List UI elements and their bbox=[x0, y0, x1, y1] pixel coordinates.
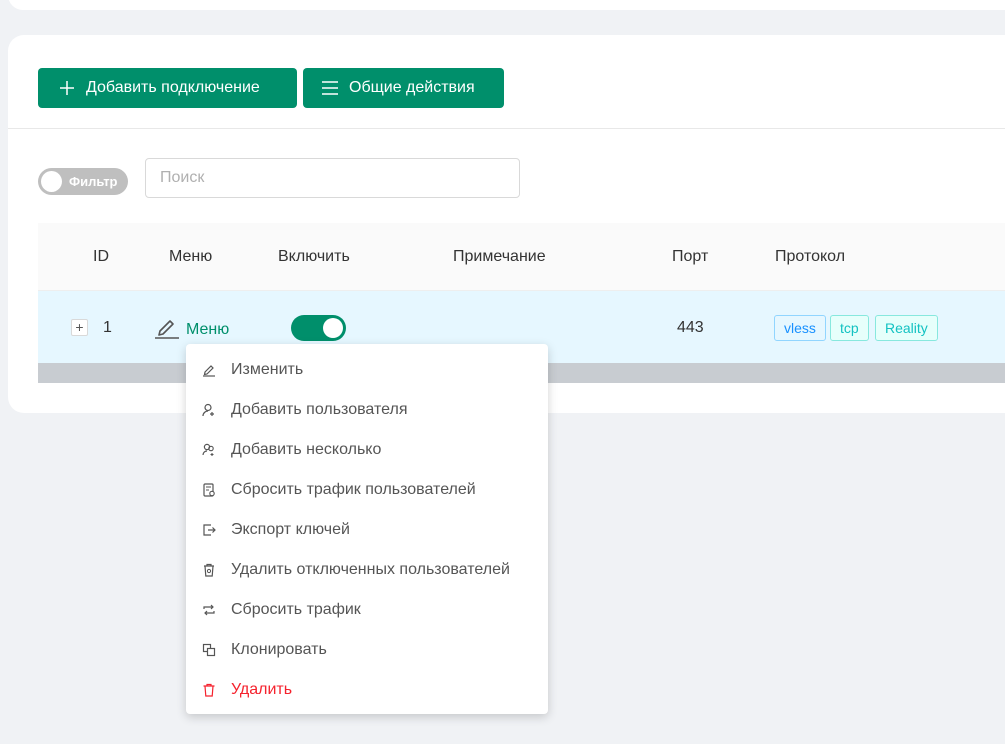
toolbar-divider bbox=[8, 128, 1005, 129]
user-add-icon bbox=[202, 403, 216, 417]
menu-item-delete-depleted-clients[interactable]: Удалить отключенных пользователей bbox=[186, 550, 548, 590]
menu-item-label: Добавить пользователя bbox=[231, 401, 408, 418]
column-header-port: Порт bbox=[672, 248, 709, 265]
menu-item-label: Клонировать bbox=[231, 641, 327, 658]
row-port: 443 bbox=[677, 319, 704, 336]
plus-icon bbox=[58, 79, 76, 97]
menu-item-label: Удалить отключенных пользователей bbox=[231, 561, 510, 578]
general-actions-button[interactable]: Общие действия bbox=[303, 68, 504, 108]
menu-item-reset-traffic[interactable]: Сбросить трафик bbox=[186, 590, 548, 630]
general-actions-label: Общие действия bbox=[349, 79, 475, 96]
menu-item-add-user[interactable]: Добавить пользователя bbox=[186, 390, 548, 430]
row-id: 1 bbox=[103, 319, 112, 336]
menu-item-edit[interactable]: Изменить bbox=[186, 350, 548, 390]
menu-item-label: Удалить bbox=[231, 681, 293, 698]
retweet-icon bbox=[202, 603, 216, 617]
filter-toggle-knob bbox=[41, 171, 62, 192]
filter-toggle[interactable]: Фильтр bbox=[38, 168, 128, 195]
menu-icon bbox=[321, 79, 339, 97]
menu-item-delete[interactable]: Удалить bbox=[186, 670, 548, 710]
column-header-id: ID bbox=[93, 248, 109, 265]
copy-icon bbox=[202, 643, 216, 657]
menu-item-add-bulk[interactable]: Добавить несколько bbox=[186, 430, 548, 470]
menu-item-label: Добавить несколько bbox=[231, 441, 382, 458]
add-inbound-label: Добавить подключение bbox=[86, 79, 260, 96]
file-reset-icon bbox=[202, 483, 216, 497]
menu-item-label: Сбросить трафик пользователей bbox=[231, 481, 476, 498]
menu-item-label: Сбросить трафик bbox=[231, 601, 361, 618]
menu-item-reset-clients-traffic[interactable]: Сбросить трафик пользователей bbox=[186, 470, 548, 510]
network-tag: tcp bbox=[830, 315, 869, 341]
menu-item-clone[interactable]: Клонировать bbox=[186, 630, 548, 670]
row-enable-switch-knob bbox=[323, 318, 343, 338]
menu-item-label: Экспорт ключей bbox=[231, 521, 350, 538]
column-header-protocol: Протокол bbox=[775, 248, 846, 265]
column-header-enable: Включить bbox=[278, 248, 350, 265]
protocol-tag: vless bbox=[774, 315, 826, 341]
export-icon bbox=[202, 523, 216, 537]
menu-item-label: Изменить bbox=[231, 361, 304, 378]
top-card bbox=[8, 0, 1005, 10]
menu-item-export-keys[interactable]: Экспорт ключей bbox=[186, 510, 548, 550]
row-actions-dropdown: Изменить Добавить пользователя Добавить … bbox=[186, 344, 548, 714]
filter-toggle-label: Фильтр bbox=[69, 174, 118, 189]
trash-can-icon bbox=[202, 563, 216, 577]
security-tag: Reality bbox=[875, 315, 938, 341]
search-input[interactable] bbox=[145, 158, 520, 198]
column-header-menu: Меню bbox=[169, 248, 213, 265]
edit-icon bbox=[202, 363, 216, 377]
delete-icon bbox=[202, 683, 216, 697]
users-add-icon bbox=[202, 443, 216, 457]
add-inbound-button[interactable]: Добавить подключение bbox=[38, 68, 297, 108]
edit-icon bbox=[154, 313, 180, 339]
table-header: ID Меню Включить Примечание Порт Протоко… bbox=[38, 223, 1005, 291]
row-menu-label: Меню bbox=[186, 321, 230, 338]
column-header-remark: Примечание bbox=[453, 248, 546, 265]
row-enable-switch[interactable] bbox=[291, 315, 346, 341]
row-menu-link[interactable]: Меню bbox=[154, 313, 229, 339]
expand-row-button[interactable]: + bbox=[71, 319, 88, 336]
